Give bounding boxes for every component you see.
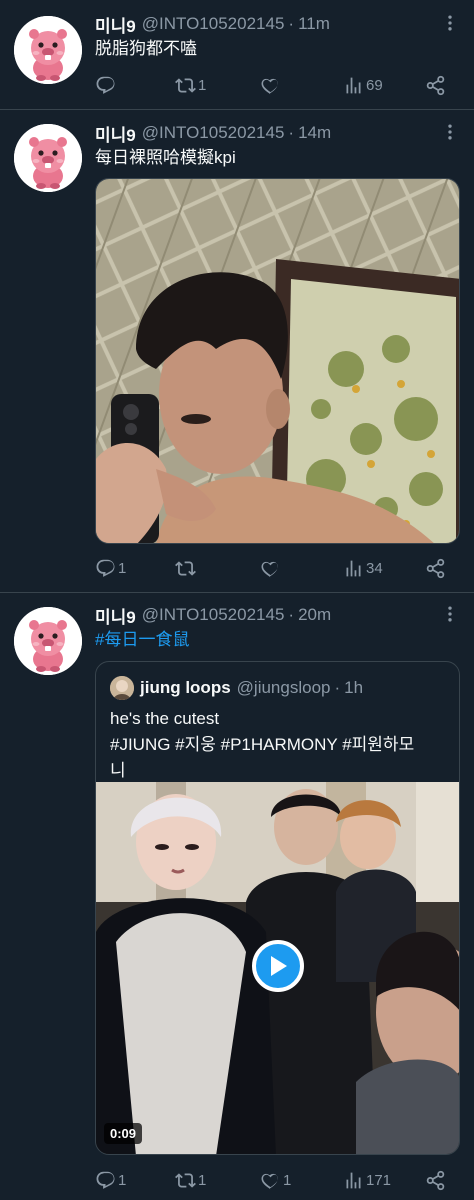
tweet-actions: 1 1 1 171 <box>95 1168 448 1192</box>
author-name[interactable]: 미니9 <box>95 12 136 37</box>
retweet-count: 1 <box>198 76 207 94</box>
quote-avatar[interactable] <box>110 676 134 700</box>
views-icon <box>343 1170 364 1191</box>
tweet[interactable]: 미니9 @INTO105202145 · 14m 每日裸照哈模擬kpi 1 34 <box>0 110 474 593</box>
views-button[interactable]: 171 <box>343 1168 391 1192</box>
author-handle[interactable]: @INTO105202145 <box>142 605 285 625</box>
retweet-button[interactable]: 1 <box>175 73 206 97</box>
like-button[interactable] <box>260 73 283 97</box>
retweet-icon <box>175 1170 196 1191</box>
quote-header: jiung loops @jiungsloop · 1h <box>110 676 449 700</box>
reply-button[interactable]: 1 <box>95 556 126 580</box>
quote-text-line: he's the cutest <box>110 709 220 728</box>
tweet-actions: 1 34 <box>95 556 448 580</box>
tweet-text: 脱脂狗都不嗑 <box>95 39 197 58</box>
share-icon <box>425 558 446 579</box>
tweet-photo[interactable] <box>95 178 460 544</box>
like-button[interactable]: 1 <box>260 1168 291 1192</box>
timestamp[interactable]: 14m <box>298 123 331 143</box>
quote-author-handle[interactable]: @jiungsloop <box>237 678 331 698</box>
more-options-button[interactable] <box>440 122 460 144</box>
separator-dot: · <box>334 678 341 697</box>
share-icon <box>425 1170 446 1191</box>
quote-hashtags[interactable]: #JIUNG #지웅 #P1HARMONY #피원하모 <box>110 732 445 758</box>
beaver-avatar-icon <box>14 16 82 84</box>
tweet-header: 미니9 @INTO105202145 · 20m <box>95 603 434 628</box>
quote-author-name[interactable]: jiung loops <box>140 678 231 698</box>
reply-count: 1 <box>118 559 127 577</box>
avatar[interactable] <box>14 607 82 675</box>
author-name[interactable]: 미니9 <box>95 603 136 628</box>
reply-icon <box>95 558 116 579</box>
reply-button[interactable]: 1 <box>95 1168 126 1192</box>
tweet-header: 미니9 @INTO105202145 · 11m <box>95 12 434 37</box>
video-player[interactable]: 0:09 <box>96 782 459 1154</box>
avatar[interactable] <box>14 124 82 192</box>
share-button[interactable] <box>425 1168 448 1192</box>
views-icon <box>343 558 364 579</box>
author-handle[interactable]: @INTO105202145 <box>142 123 285 143</box>
retweet-button[interactable]: 1 <box>175 1168 206 1192</box>
view-count: 69 <box>366 76 383 94</box>
beaver-avatar-icon <box>14 124 82 192</box>
separator-dot: · <box>288 605 295 624</box>
quote-text: he's the cutest #JIUNG #지웅 #P1HARMONY #피… <box>110 706 445 784</box>
quote-timestamp: 1h <box>344 678 364 697</box>
heart-icon <box>260 1170 281 1191</box>
separator-dot: · <box>288 123 295 142</box>
heart-icon <box>260 558 281 579</box>
quoted-tweet[interactable]: jiung loops @jiungsloop · 1h he's the cu… <box>95 661 460 1155</box>
hashtag-link[interactable]: #每日一食鼠 <box>95 628 454 652</box>
retweet-icon <box>175 75 196 96</box>
tweet-actions: 1 69 <box>95 73 448 97</box>
tweet[interactable]: 미니9 @INTO105202145 · 11m 脱脂狗都不嗑 1 69 <box>0 0 474 110</box>
photo-image <box>96 179 459 543</box>
tweet[interactable]: 미니9 @INTO105202145 · 20m #每日一食鼠 jiung lo… <box>0 593 474 1200</box>
tweet-header: 미니9 @INTO105202145 · 14m <box>95 121 434 146</box>
video-duration: 0:09 <box>104 1123 143 1144</box>
more-icon <box>440 604 460 624</box>
reply-count: 1 <box>118 1171 127 1189</box>
reply-button[interactable] <box>95 73 118 97</box>
like-count: 1 <box>283 1171 292 1189</box>
views-icon <box>343 75 364 96</box>
retweet-button[interactable] <box>175 556 198 580</box>
avatar[interactable] <box>14 16 82 84</box>
retweet-count: 1 <box>198 1171 207 1189</box>
more-icon <box>440 13 460 33</box>
share-button[interactable] <box>425 73 448 97</box>
retweet-icon <box>175 558 196 579</box>
quote-avatar-image <box>110 676 134 700</box>
heart-icon <box>260 75 281 96</box>
more-icon <box>440 122 460 142</box>
more-options-button[interactable] <box>440 13 460 35</box>
share-button[interactable] <box>425 556 448 580</box>
share-icon <box>425 75 446 96</box>
reply-icon <box>95 1170 116 1191</box>
beaver-avatar-icon <box>14 607 82 675</box>
like-button[interactable] <box>260 556 283 580</box>
views-button[interactable]: 69 <box>343 73 383 97</box>
view-count: 171 <box>366 1171 392 1189</box>
separator-dot: · <box>288 14 295 33</box>
timestamp[interactable]: 11m <box>298 14 330 34</box>
play-icon <box>271 956 287 976</box>
more-options-button[interactable] <box>440 604 460 626</box>
views-button[interactable]: 34 <box>343 556 383 580</box>
play-button[interactable] <box>252 940 304 992</box>
author-handle[interactable]: @INTO105202145 <box>142 14 285 34</box>
author-name[interactable]: 미니9 <box>95 121 136 146</box>
reply-icon <box>95 75 116 96</box>
tweet-text: 每日裸照哈模擬kpi <box>95 148 236 167</box>
view-count: 34 <box>366 559 383 577</box>
quote-hashtags-continued[interactable]: 니 <box>110 758 445 784</box>
timestamp[interactable]: 20m <box>298 605 331 625</box>
